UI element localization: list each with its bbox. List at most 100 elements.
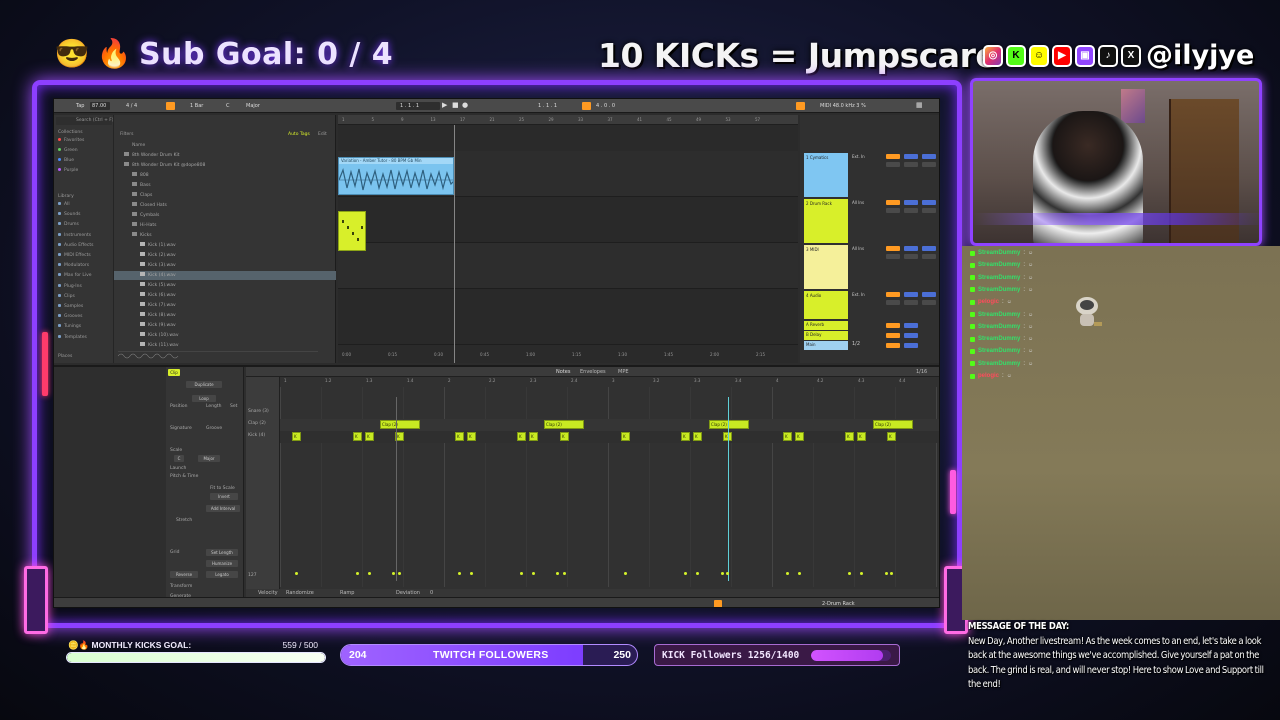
loop-toggle[interactable] — [582, 102, 591, 110]
clip-header[interactable]: Clip — [168, 369, 180, 376]
chat-username[interactable]: StreamDummy — [978, 260, 1020, 270]
mixer-return-control[interactable] — [904, 323, 918, 328]
kick-note[interactable]: K — [467, 432, 476, 441]
browser-search[interactable]: Search (Ctrl + F) — [76, 117, 114, 125]
mixer-track-control[interactable] — [886, 208, 900, 213]
library-item-sounds[interactable]: Sounds — [58, 211, 81, 219]
velocity-marker[interactable] — [624, 572, 627, 575]
scale-select[interactable]: Major — [246, 102, 260, 110]
duplicate-button[interactable]: Duplicate — [186, 381, 222, 388]
set-length-button[interactable]: Set Length — [206, 549, 238, 556]
velocity-marker[interactable] — [726, 572, 729, 575]
velocity-marker[interactable] — [786, 572, 789, 575]
library-item-grooves[interactable]: Grooves — [58, 313, 83, 321]
arrangement-position[interactable]: 1 . 1 . 1 — [400, 102, 419, 110]
key-map-toggle[interactable] — [796, 102, 805, 110]
collection-green[interactable]: Green — [58, 147, 78, 155]
tempo-field[interactable]: 87.00 — [92, 102, 106, 110]
velocity-marker[interactable] — [885, 572, 888, 575]
mixer-return-control[interactable] — [886, 323, 900, 328]
mixer-track-4[interactable]: 4 Audio — [804, 291, 848, 319]
library-item-max-for-live[interactable]: Max for Live — [58, 272, 92, 280]
chat-username[interactable]: StreamDummy — [978, 359, 1020, 369]
file-item[interactable]: Kick (11).wav — [140, 341, 178, 350]
track-lane-4[interactable] — [338, 289, 798, 345]
clap-note[interactable]: Clap (2) — [709, 420, 749, 429]
metronome-toggle[interactable] — [166, 102, 175, 110]
library-item-instruments[interactable]: Instruments — [58, 232, 91, 240]
library-item-drums[interactable]: Drums — [58, 221, 79, 229]
scale-name-select[interactable]: Major — [198, 455, 220, 462]
track-lane-3[interactable] — [338, 243, 798, 289]
track-lane-2[interactable] — [338, 197, 798, 243]
velocity-marker[interactable] — [398, 572, 401, 575]
chat-username[interactable]: StreamDummy — [978, 273, 1020, 283]
folder-item[interactable]: 8th Wonder Drum Kit — [124, 151, 180, 160]
chat-username[interactable]: StreamDummy — [978, 346, 1020, 356]
mixer-track-control[interactable] — [922, 208, 936, 213]
quantize-menu[interactable]: 1 Bar — [190, 102, 203, 110]
file-item[interactable]: Kick (3).wav — [140, 261, 176, 270]
file-item[interactable]: Kick (4).wav — [140, 271, 176, 280]
mixer-track-1[interactable]: 1 Cymatics — [804, 153, 848, 197]
tab-mpe[interactable]: MPE — [618, 369, 629, 375]
collection-blue[interactable]: Blue — [58, 157, 74, 165]
loop-start[interactable]: 1 . 1 . 1 — [538, 102, 557, 110]
mixer-track-control[interactable] — [886, 300, 900, 305]
library-item-all[interactable]: All — [58, 201, 70, 209]
mixer-track-control[interactable] — [904, 246, 918, 251]
kick-note[interactable]: K — [693, 432, 702, 441]
mixer-track-control[interactable] — [886, 200, 900, 205]
mixer-track-input[interactable]: Ext. In — [852, 291, 865, 299]
mixer-track-3[interactable]: 3 MIDI — [804, 245, 848, 289]
file-item[interactable]: Kick (10).wav — [140, 331, 178, 340]
folder-item[interactable]: Bass — [132, 181, 151, 190]
auto-tags-button[interactable]: Auto Tags — [288, 131, 310, 139]
velocity-marker[interactable] — [684, 572, 687, 575]
velocity-marker[interactable] — [798, 572, 801, 575]
library-item-tunings[interactable]: Tunings — [58, 323, 81, 331]
file-item[interactable]: Kick (9).wav — [140, 321, 176, 330]
chat-username[interactable]: StreamDummy — [978, 285, 1020, 295]
clap-note[interactable]: Clap (2) — [873, 420, 913, 429]
kick-note[interactable]: K — [845, 432, 854, 441]
mixer-track-control[interactable] — [904, 300, 918, 305]
filters-button[interactable]: Filters — [120, 131, 134, 139]
mixer-track-control[interactable] — [904, 292, 918, 297]
tap-button[interactable]: Tap — [76, 102, 84, 110]
chat-username[interactable]: StreamDummy — [978, 248, 1020, 258]
library-item-plug-ins[interactable]: Plug-Ins — [58, 283, 82, 291]
collection-favorites[interactable]: Favorites — [58, 137, 84, 145]
mixer-return-1[interactable]: A Reverb — [804, 321, 848, 330]
chat-username[interactable]: StreamDummy — [978, 334, 1020, 344]
clap-note[interactable]: Clap (2) — [380, 420, 420, 429]
pitch-time-section[interactable]: Pitch & Time — [170, 473, 198, 480]
velocity-marker[interactable] — [295, 572, 298, 575]
library-item-templates[interactable]: Templates — [58, 334, 87, 342]
file-item[interactable]: Kick (2).wav — [140, 251, 176, 260]
mixer-track-control[interactable] — [922, 300, 936, 305]
folder-item[interactable]: 808 — [132, 171, 149, 180]
kick-note[interactable]: K — [292, 432, 301, 441]
mixer-track-control[interactable] — [904, 254, 918, 259]
audio-clip[interactable]: Variation - Amber Tutor - 80 BPM Gb Min — [338, 157, 454, 195]
ramp-button[interactable]: Ramp — [340, 590, 354, 596]
folder-item[interactable]: Cymbals — [132, 211, 159, 220]
add-interval-button[interactable]: Add Interval — [206, 505, 240, 512]
key-select[interactable]: C — [226, 102, 230, 110]
randomize-button[interactable]: Randomize — [286, 590, 314, 596]
mixer-track-control[interactable] — [886, 292, 900, 297]
lane-clap[interactable]: Clap (2) — [248, 421, 266, 426]
file-item[interactable]: Kick (8).wav — [140, 311, 176, 320]
velocity-marker[interactable] — [860, 572, 863, 575]
mixer-return-control[interactable] — [886, 333, 900, 338]
reverse-button[interactable]: Reverse — [170, 571, 198, 578]
file-item[interactable]: Kick (7).wav — [140, 301, 176, 310]
velocity-marker[interactable] — [848, 572, 851, 575]
kick-note[interactable]: K — [783, 432, 792, 441]
mixer-track-input[interactable]: All Ins — [852, 199, 864, 207]
chat-username[interactable]: StreamDummy — [978, 322, 1020, 332]
mixer-track-control[interactable] — [886, 246, 900, 251]
mixer-track-control[interactable] — [922, 246, 936, 251]
mixer-track-control[interactable] — [886, 162, 900, 167]
